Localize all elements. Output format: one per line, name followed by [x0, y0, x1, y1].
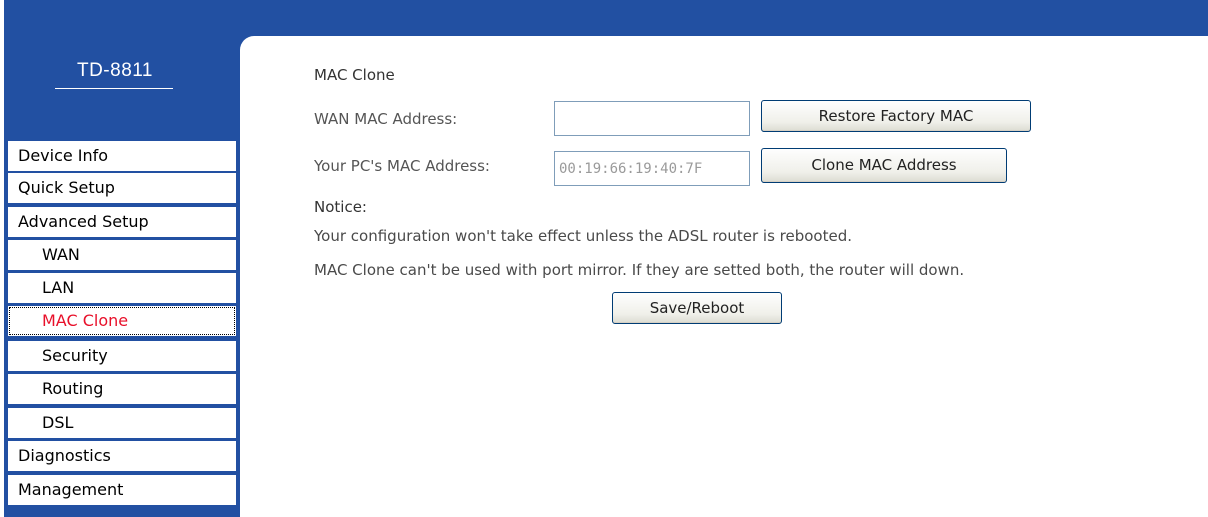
- notice-port-mirror-text: MAC Clone can't be used with port mirror…: [314, 261, 965, 279]
- sidebar-item-advanced-setup[interactable]: Advanced Setup: [8, 207, 236, 237]
- notice-title: Notice:: [314, 198, 367, 216]
- pc-mac-label: Your PC's MAC Address:: [314, 157, 490, 175]
- sidebar-item-management[interactable]: Management: [8, 475, 236, 505]
- sidebar-item-security[interactable]: Security: [8, 341, 236, 371]
- restore-factory-mac-button[interactable]: Restore Factory MAC: [761, 100, 1031, 132]
- wan-mac-input[interactable]: [554, 101, 750, 136]
- model-name: TD-8811: [76, 60, 153, 81]
- wan-mac-label: WAN MAC Address:: [314, 110, 458, 128]
- sidebar-item-routing[interactable]: Routing: [8, 374, 236, 404]
- top-banner: [4, 0, 1208, 36]
- pc-mac-input[interactable]: [554, 151, 750, 186]
- sidebar-item-diagnostics[interactable]: Diagnostics: [8, 441, 236, 471]
- router-web-ui: TD-8811 Device Info Quick Setup Advanced…: [0, 0, 1208, 517]
- model-underline: [55, 88, 173, 89]
- sidebar-item-quick-setup[interactable]: Quick Setup: [8, 173, 236, 203]
- sidebar-item-mac-clone[interactable]: MAC Clone: [8, 306, 236, 336]
- notice-reboot-text: Your configuration won't take effect unl…: [314, 227, 853, 245]
- save-reboot-button[interactable]: Save/Reboot: [612, 292, 782, 324]
- clone-mac-address-button[interactable]: Clone MAC Address: [761, 148, 1007, 183]
- sidebar-item-wan[interactable]: WAN: [8, 240, 236, 270]
- sidebar-item-dsl[interactable]: DSL: [8, 408, 236, 438]
- section-title: MAC Clone: [314, 66, 395, 84]
- sidebar-item-lan[interactable]: LAN: [8, 273, 236, 303]
- sidebar-item-device-info[interactable]: Device Info: [8, 141, 236, 171]
